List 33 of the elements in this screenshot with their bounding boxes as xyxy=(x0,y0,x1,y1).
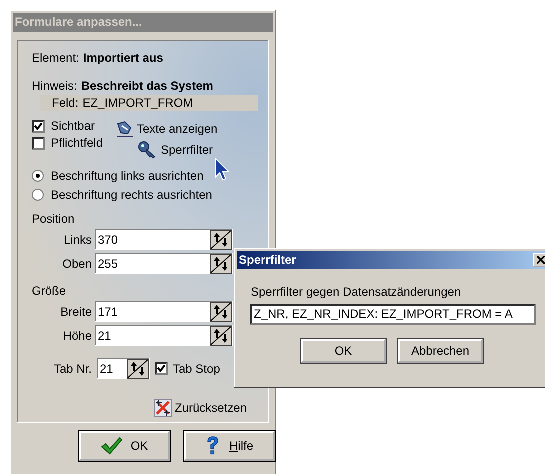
field-label: Tab Nr. xyxy=(52,362,92,376)
field-label: Feld: xyxy=(52,96,79,110)
field-value: EZ_IMPORT_FROM xyxy=(82,96,194,110)
number-field[interactable]: 370 xyxy=(95,229,233,250)
number-field[interactable]: 21 xyxy=(97,358,150,379)
link[interactable]: Texte anzeigen xyxy=(137,122,218,136)
element-label: Element: xyxy=(32,51,80,65)
number-field[interactable]: 171 xyxy=(95,301,233,322)
link[interactable]: Zurücksetzen xyxy=(175,401,248,415)
dialog-button[interactable]: OK xyxy=(79,431,170,461)
prompt-label: Sperrfilter gegen Datensatzänderungen xyxy=(251,285,462,299)
number-field[interactable]: 21 xyxy=(95,325,233,346)
checkbox-label: Sichtbar xyxy=(51,119,96,133)
dialog-button[interactable]: Abbrechen xyxy=(398,339,483,363)
field-label: Breite xyxy=(60,304,93,318)
group-heading: Position xyxy=(32,212,76,226)
dialog-title: Sperrfilter xyxy=(239,252,296,269)
hint-label: Hinweis: xyxy=(32,79,78,93)
link[interactable]: Sperrfilter xyxy=(161,143,214,157)
checkbox-label: Pflichtfeld xyxy=(51,136,104,150)
dialog-button[interactable]: Hilfe xyxy=(184,431,275,461)
radio-label: Beschriftung rechts ausrichten xyxy=(51,188,212,202)
filter-input[interactable]: Z_NR, EZ_NR_INDEX: EZ_IMPORT_FROM = A xyxy=(250,304,536,325)
number-field[interactable]: 255 xyxy=(95,253,233,274)
hint-value: Beschreibt das System xyxy=(81,79,214,93)
radio-label: Beschriftung links ausrichten xyxy=(51,169,204,183)
element-value: Importiert aus xyxy=(83,51,164,65)
dialog-button[interactable]: OK xyxy=(301,339,386,363)
checkbox-label: Tab Stop xyxy=(173,362,220,376)
field-label: Höhe xyxy=(62,328,93,342)
window-title: Formulare anpassen... xyxy=(13,13,273,32)
field-label: Links xyxy=(62,232,93,246)
field-label: Oben xyxy=(62,256,93,270)
